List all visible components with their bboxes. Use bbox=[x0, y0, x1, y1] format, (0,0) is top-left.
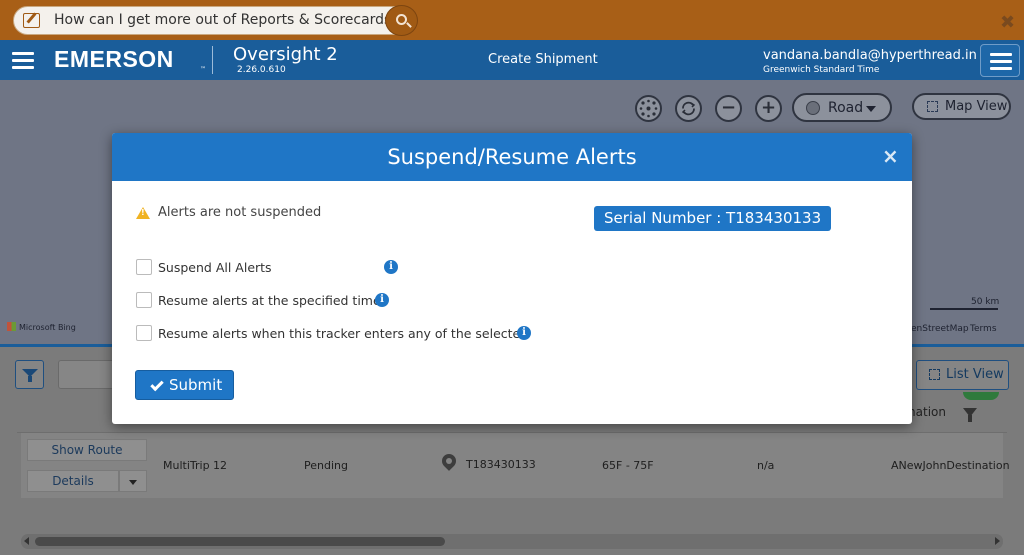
bing-attribution: Microsoft Bing bbox=[7, 322, 76, 332]
edit-icon bbox=[23, 13, 40, 28]
submit-label: Submit bbox=[169, 376, 223, 394]
suspend-resume-alerts-dialog: Suspend/Resume Alerts × Alerts are not s… bbox=[112, 133, 912, 424]
check-icon bbox=[150, 377, 164, 392]
search-button[interactable] bbox=[385, 5, 418, 36]
serial-number-badge: Serial Number : T183430133 bbox=[594, 206, 832, 231]
resume-on-location-label[interactable]: Resume alerts when this tracker enters a… bbox=[158, 326, 528, 341]
warning-icon bbox=[136, 207, 150, 219]
resume-on-location-checkbox[interactable] bbox=[136, 325, 152, 341]
caret-down-icon bbox=[129, 480, 137, 485]
map-type-label: Road bbox=[828, 100, 864, 116]
dialog-title: Suspend/Resume Alerts bbox=[387, 145, 637, 169]
cluster-button[interactable] bbox=[635, 95, 662, 122]
list-search-input[interactable] bbox=[58, 360, 118, 389]
zoom-in-button[interactable]: + bbox=[755, 95, 782, 122]
list-view-label: List View bbox=[946, 367, 1004, 382]
close-dialog-button[interactable]: × bbox=[882, 144, 899, 168]
destination-cell: ANewJohnDestination bbox=[891, 459, 1010, 472]
emerson-logo: EMERSON bbox=[54, 46, 174, 72]
logo-trademark: ™ bbox=[200, 66, 206, 73]
scroll-right-icon[interactable] bbox=[995, 537, 1000, 545]
details-dropdown-button[interactable] bbox=[119, 470, 147, 492]
extra-cell: n/a bbox=[757, 459, 775, 472]
map-scale-bar bbox=[930, 308, 998, 310]
resume-at-time-checkbox[interactable] bbox=[136, 292, 152, 308]
status-indicator bbox=[963, 392, 999, 400]
map-view-button[interactable]: Map View bbox=[912, 93, 1011, 120]
zoom-out-button[interactable]: − bbox=[715, 95, 742, 122]
info-icon[interactable]: i bbox=[384, 260, 398, 274]
details-button[interactable]: Details bbox=[27, 470, 119, 492]
tracker-cell[interactable]: T183430133 bbox=[466, 458, 536, 471]
help-bar: How can I get more out of Reports & Scor… bbox=[0, 0, 1024, 40]
suspend-all-label[interactable]: Suspend All Alerts bbox=[158, 260, 272, 275]
map-view-label: Map View bbox=[945, 99, 1008, 114]
refresh-map-button[interactable] bbox=[675, 95, 702, 122]
trip-name-cell: MultiTrip 12 bbox=[163, 459, 228, 472]
terms-link[interactable]: Terms bbox=[970, 324, 997, 334]
alert-status-text: Alerts are not suspended bbox=[158, 205, 322, 220]
info-icon[interactable]: i bbox=[375, 293, 389, 307]
header-divider bbox=[212, 46, 213, 74]
submit-button[interactable]: Submit bbox=[135, 370, 234, 400]
close-help-bar-button[interactable]: ✖ bbox=[1000, 12, 1015, 33]
app-header: EMERSON ™ Oversight 2 2.26.0.610 Create … bbox=[0, 40, 1024, 80]
list-view-button[interactable]: List View bbox=[916, 360, 1009, 390]
app-version: 2.26.0.610 bbox=[237, 65, 286, 75]
map-type-dropdown[interactable]: Road bbox=[792, 93, 892, 122]
user-timezone: Greenwich Standard Time bbox=[763, 65, 880, 75]
column-filter-icon[interactable] bbox=[963, 408, 977, 422]
cluster-icon bbox=[639, 99, 658, 118]
hamburger-icon bbox=[990, 53, 1012, 71]
right-menu-button[interactable] bbox=[980, 44, 1020, 77]
temperature-range-cell: 65F - 75F bbox=[602, 459, 654, 472]
scrollbar-thumb[interactable] bbox=[35, 537, 445, 546]
app-title: Oversight 2 bbox=[233, 44, 338, 65]
user-email[interactable]: vandana.bandla@hyperthread.in bbox=[763, 48, 977, 63]
filter-button[interactable] bbox=[15, 360, 44, 389]
osm-attribution[interactable]: enStreetMap bbox=[911, 324, 969, 334]
info-icon[interactable]: i bbox=[517, 326, 531, 340]
globe-icon bbox=[806, 101, 820, 115]
expand-icon bbox=[929, 369, 940, 380]
refresh-icon bbox=[681, 101, 696, 116]
map-scale-label: 50 km bbox=[971, 297, 1000, 307]
horizontal-scrollbar[interactable] bbox=[21, 534, 1003, 549]
page-title: Create Shipment bbox=[488, 52, 598, 67]
caret-down-icon bbox=[866, 106, 876, 112]
resume-at-time-label[interactable]: Resume alerts at the specified time bbox=[158, 293, 381, 308]
left-menu-button[interactable] bbox=[12, 52, 34, 70]
suspend-all-checkbox[interactable] bbox=[136, 259, 152, 275]
filter-icon bbox=[22, 369, 38, 382]
bing-logo-icon bbox=[7, 322, 16, 331]
scroll-left-icon[interactable] bbox=[24, 537, 29, 545]
help-question-text[interactable]: How can I get more out of Reports & Scor… bbox=[54, 12, 399, 28]
show-route-button[interactable]: Show Route bbox=[27, 439, 147, 461]
help-search-box[interactable]: How can I get more out of Reports & Scor… bbox=[13, 5, 418, 36]
dialog-header: Suspend/Resume Alerts × bbox=[112, 133, 912, 181]
status-cell: Pending bbox=[304, 459, 348, 472]
expand-icon bbox=[927, 101, 938, 112]
search-icon bbox=[396, 14, 407, 25]
